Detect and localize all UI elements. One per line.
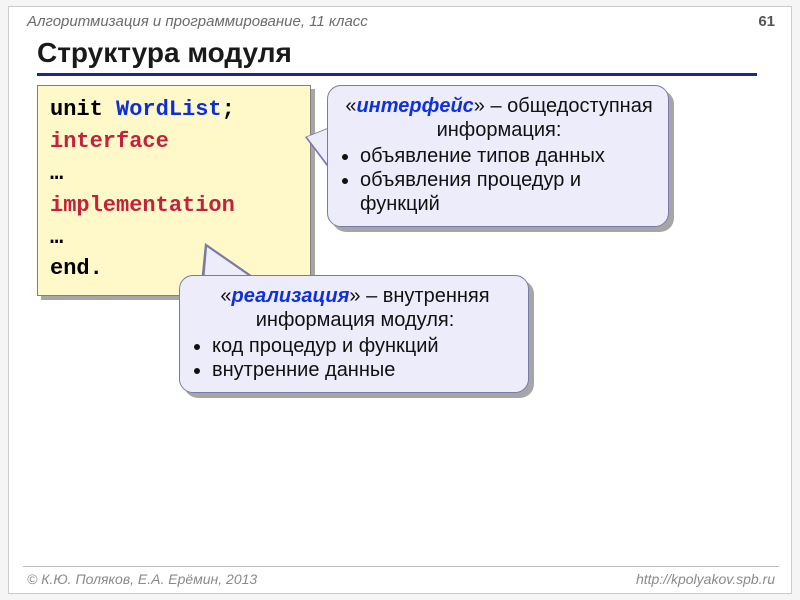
footer-rule [23, 566, 779, 567]
code-keyword-interface: interface [50, 126, 300, 158]
slide-header: Алгоритмизация и программирование, 11 кл… [27, 13, 775, 30]
code-ellipsis: … [50, 158, 300, 190]
page-number: 61 [758, 13, 775, 30]
code-line-1: unit WordList; [50, 94, 300, 126]
code-text: ; [222, 97, 235, 122]
code-block: unit WordList; interface … implementatio… [37, 85, 311, 296]
callout-lead: «интерфейс» – общедоступная информация: [344, 94, 654, 142]
callout-term: интерфейс [356, 95, 473, 117]
code-identifier: WordList [116, 97, 222, 122]
code-text: unit [50, 97, 116, 122]
callout-implementation: «реализация» – внутренняя информация мод… [179, 275, 529, 393]
callout-list: объявление типов данных объявления проце… [344, 144, 654, 216]
title-underline [37, 73, 757, 76]
callout-lead: «реализация» – внутренняя информация мод… [196, 284, 514, 332]
list-item: код процедур и функций [212, 334, 514, 358]
slide: Алгоритмизация и программирование, 11 кл… [8, 6, 792, 594]
list-item: объявления процедур и функций [360, 168, 654, 216]
callout-interface: «интерфейс» – общедоступная информация: … [327, 85, 669, 227]
list-item: объявление типов данных [360, 144, 654, 168]
slide-title: Структура модуля [37, 37, 292, 69]
subject-text: Алгоритмизация и программирование, 11 кл… [27, 13, 368, 30]
callout-term: реализация [232, 285, 350, 307]
quote-open: « [220, 285, 231, 307]
list-item: внутренние данные [212, 358, 514, 382]
callout-list: код процедур и функций внутренние данные [196, 334, 514, 382]
quote-open: « [345, 95, 356, 117]
source-url-text: http://kpolyakov.spb.ru [636, 571, 775, 587]
copyright-text: © К.Ю. Поляков, Е.А. Ерёмин, 2013 [27, 571, 257, 587]
code-keyword-implementation: implementation [50, 190, 300, 222]
slide-footer: © К.Ю. Поляков, Е.А. Ерёмин, 2013 http:/… [27, 571, 775, 587]
